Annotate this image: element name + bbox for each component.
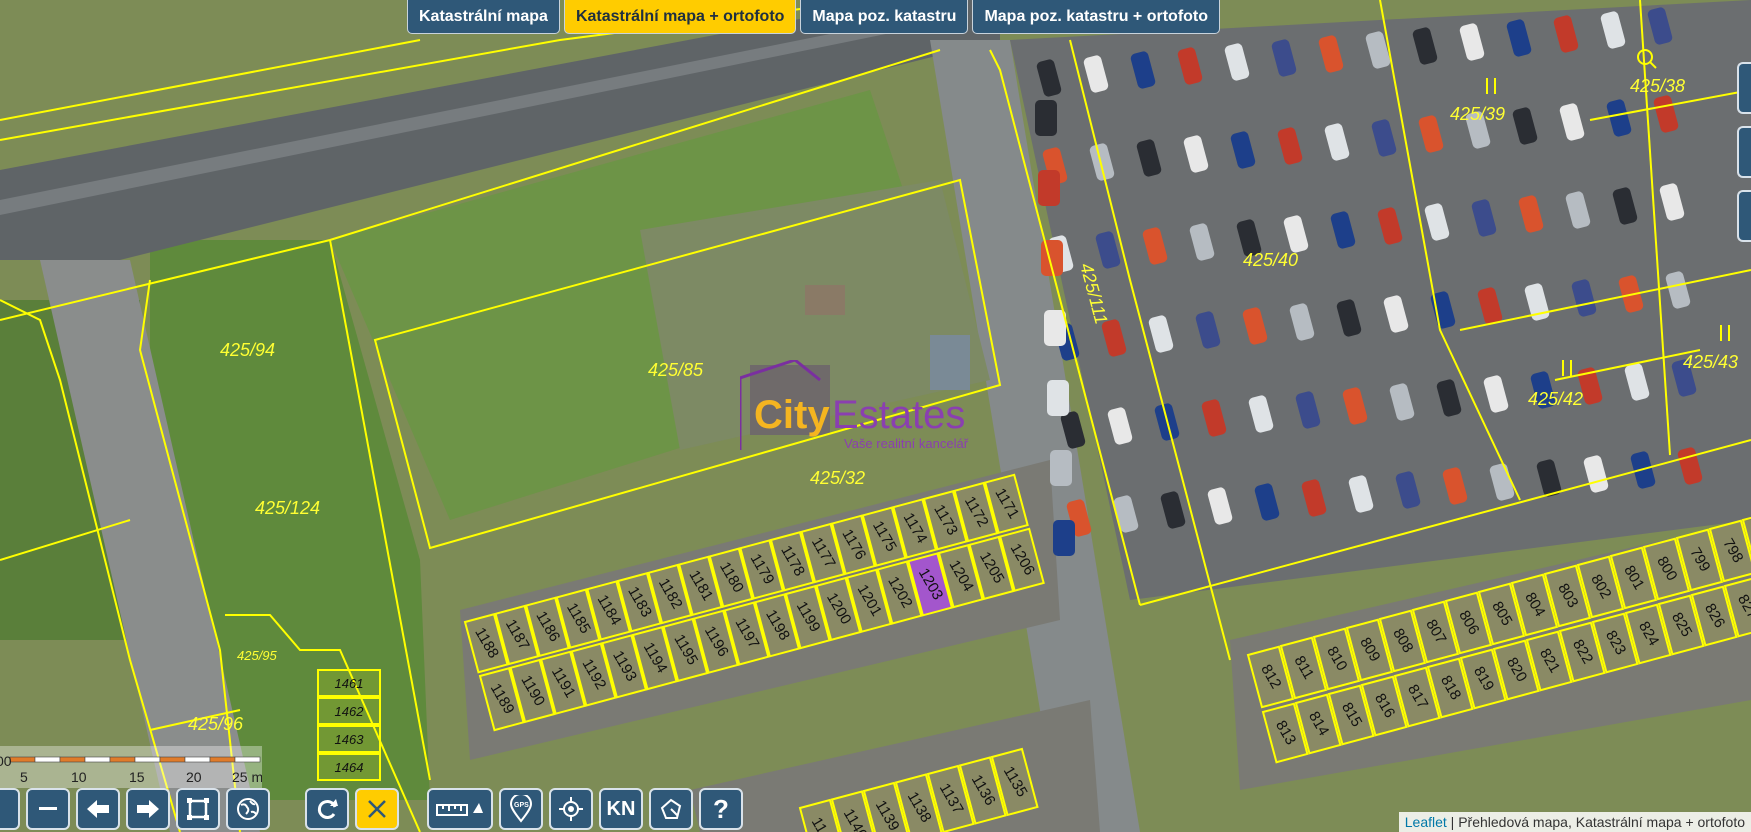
attribution-text: | Přehledová mapa, Katastrální mapa + or…	[1446, 814, 1745, 830]
parcel-label-425-39: 425/39	[1450, 104, 1505, 124]
parked-car	[1047, 380, 1069, 416]
garage-cell[interactable]: 1462	[317, 697, 381, 725]
scale-segment	[234, 756, 261, 763]
scale-segment	[59, 756, 86, 763]
close-icon	[368, 800, 386, 818]
parcel-label-425-124: 425/124	[255, 498, 320, 518]
kn-button[interactable]: KN	[599, 788, 643, 830]
ruler-icon	[436, 803, 483, 816]
side-layers-button[interactable]	[1737, 62, 1751, 114]
parked-car	[1053, 520, 1075, 556]
parked-car	[1035, 100, 1057, 136]
minus-icon	[39, 807, 57, 810]
toolbar-right: GPS KN ?	[305, 788, 743, 830]
logo-tagline: Vaše realitní kancelář	[844, 436, 969, 451]
parked-car	[1038, 170, 1060, 206]
garage-cell[interactable]: 1463	[317, 725, 381, 753]
help-label: ?	[713, 793, 729, 824]
scale-tick-0: 00	[0, 753, 12, 769]
tab-mapa-poz-katastru-ortofoto[interactable]: Mapa poz. katastru + ortofoto	[972, 0, 1221, 34]
scale-tick-5: 5	[20, 769, 28, 785]
parcel-label-425-95: 425/95	[237, 648, 278, 663]
globe-icon	[237, 798, 259, 820]
kn-label: KN	[606, 797, 636, 820]
parcel-label-425-42: 425/42	[1528, 389, 1583, 409]
garage-number: 1463	[335, 732, 365, 747]
help-button[interactable]: ?	[699, 788, 743, 830]
layer-switcher: Katastrální mapa Katastrální mapa + orto…	[407, 0, 1221, 34]
tab-katastralni-mapa[interactable]: Katastrální mapa	[407, 0, 560, 34]
forward-button[interactable]	[126, 788, 170, 830]
scale-segment	[34, 756, 61, 763]
parcel-label-425-40: 425/40	[1243, 250, 1298, 270]
parcel-label-425-85: 425/85	[648, 360, 704, 380]
tab-katastralni-mapa-ortofoto[interactable]: Katastrální mapa + ortofoto	[563, 0, 797, 34]
polygon-icon	[660, 798, 682, 819]
locate-button[interactable]	[549, 788, 593, 830]
svg-text:GPS: GPS	[514, 802, 529, 809]
refresh-button[interactable]	[305, 788, 349, 830]
scale-bar: 00 5 10 15 20 25 m	[0, 746, 262, 788]
garage-number: 1461	[335, 676, 364, 691]
scale-tick-20: 20	[186, 769, 202, 785]
globe-button[interactable]	[226, 788, 270, 830]
zoom-out-button[interactable]	[26, 788, 70, 830]
scale-segment	[209, 756, 236, 763]
leaflet-link[interactable]: Leaflet	[1405, 814, 1447, 830]
parcel-label-425-96: 425/96	[188, 714, 244, 734]
scale-segment	[9, 756, 36, 763]
parcel-label-425-38: 425/38	[1630, 76, 1685, 96]
scale-segment	[159, 756, 186, 763]
side-info-button[interactable]	[1737, 126, 1751, 178]
garage-cell[interactable]: 1461	[317, 669, 381, 697]
scale-segment	[134, 756, 161, 763]
map-attribution: Leaflet | Přehledová mapa, Katastrální m…	[1398, 812, 1751, 832]
garage-number: 1462	[335, 704, 365, 719]
parcel-label-425-43: 425/43	[1683, 352, 1738, 372]
arrow-right-icon	[137, 800, 159, 818]
gps-button[interactable]: GPS	[499, 788, 543, 830]
zoom-extent-button[interactable]	[176, 788, 220, 830]
scale-tick-10: 10	[71, 769, 87, 785]
polygon-button[interactable]	[649, 788, 693, 830]
logo-city: City	[754, 393, 830, 437]
parcel-label-425-94: 425/94	[220, 340, 275, 360]
toolbar-left	[0, 788, 270, 830]
partial-button[interactable]	[0, 788, 20, 830]
measure-button[interactable]	[427, 788, 493, 830]
garage-cell[interactable]: 1464	[317, 753, 381, 781]
scale-tick-15: 15	[129, 769, 145, 785]
arrow-left-icon	[87, 800, 109, 818]
frame-icon	[187, 798, 209, 820]
refresh-icon	[317, 799, 338, 819]
scale-segment	[84, 756, 111, 763]
cityestates-logo: City Estates Vaše realitní kancelář	[738, 358, 1010, 475]
crosshair-icon	[559, 797, 583, 821]
scale-segment	[184, 756, 211, 763]
parked-car	[1044, 310, 1066, 346]
logo-estates: Estates	[832, 393, 965, 437]
side-print-button[interactable]	[1737, 190, 1751, 242]
close-button[interactable]	[355, 788, 399, 830]
side-controls	[1737, 62, 1751, 242]
tab-mapa-poz-katastru[interactable]: Mapa poz. katastru	[800, 0, 969, 34]
scale-segment	[109, 756, 136, 763]
back-button[interactable]	[76, 788, 120, 830]
scale-tick-25: 25 m	[232, 769, 262, 785]
garage-number: 1464	[335, 760, 364, 775]
gps-icon: GPS	[509, 795, 533, 823]
parked-car	[1050, 450, 1072, 486]
